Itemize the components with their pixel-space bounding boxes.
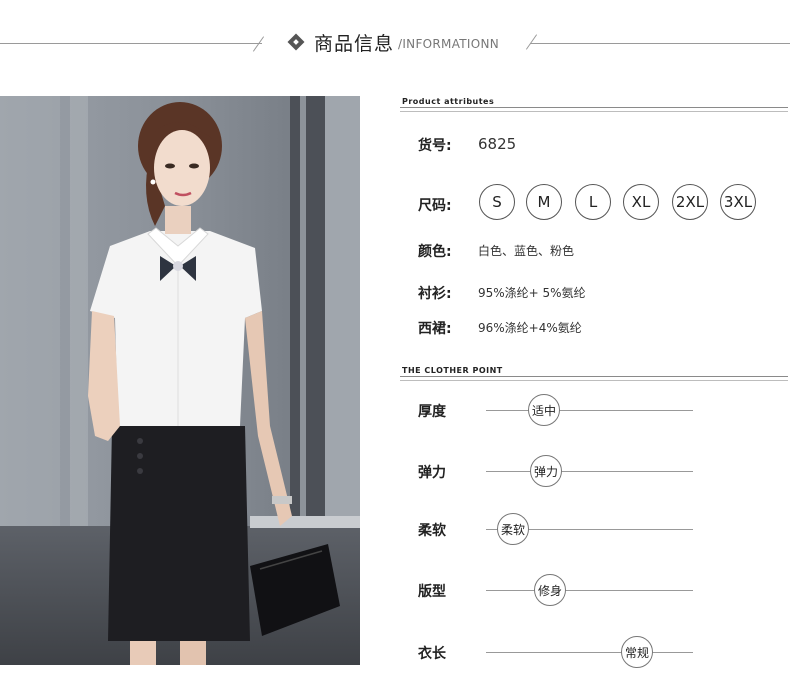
point-scale-marker: 弹力 <box>530 455 562 487</box>
header-rule-right <box>530 43 790 44</box>
point-label: 版型 <box>418 584 446 600</box>
item-no-value: 6825 <box>478 135 517 153</box>
page-subtitle: /INFORMATIONN <box>398 37 500 51</box>
size-option-s[interactable]: S <box>479 184 515 220</box>
point-label: 厚度 <box>418 404 446 420</box>
shirt-label: 衬衫: <box>418 286 452 302</box>
point-scale-marker: 常规 <box>621 636 653 668</box>
header-rule-left <box>0 43 262 44</box>
skirt-value: 96%涤纶+4%氨纶 <box>478 321 582 335</box>
size-option-3xl[interactable]: 3XL <box>720 184 756 220</box>
skirt-label: 西裙: <box>418 321 452 337</box>
size-option-m[interactable]: M <box>526 184 562 220</box>
size-option-l[interactable]: L <box>575 184 611 220</box>
model-photo <box>0 96 360 665</box>
attributes-section-label: Product attributes <box>402 97 495 106</box>
header-slash-left <box>252 36 265 52</box>
page-title: 商品信息 <box>314 33 395 55</box>
diamond-icon <box>287 33 305 51</box>
item-no-label: 货号: <box>418 138 452 154</box>
point-scale-marker: 适中 <box>528 394 560 426</box>
attributes-section-rule <box>400 107 788 112</box>
size-label: 尺码: <box>418 198 452 214</box>
point-scale-track <box>486 410 693 411</box>
point-scale-track <box>486 590 693 591</box>
point-scale-track <box>486 652 693 653</box>
points-section-label: THE CLOTHER POINT <box>402 366 503 375</box>
point-label: 弹力 <box>418 465 446 481</box>
header-slash-right <box>525 34 538 50</box>
point-scale-marker: 柔软 <box>497 513 529 545</box>
model-illustration <box>0 96 360 665</box>
point-label: 衣长 <box>418 646 446 662</box>
points-section-rule <box>400 376 788 381</box>
color-label: 颜色: <box>418 244 452 260</box>
color-value: 白色、蓝色、粉色 <box>478 244 575 258</box>
shirt-value: 95%涤纶+ 5%氨纶 <box>478 286 586 300</box>
point-scale-marker: 修身 <box>534 574 566 606</box>
size-option-xl[interactable]: XL <box>623 184 659 220</box>
size-option-2xl[interactable]: 2XL <box>672 184 708 220</box>
point-label: 柔软 <box>418 523 446 539</box>
point-scale-track <box>486 471 693 472</box>
